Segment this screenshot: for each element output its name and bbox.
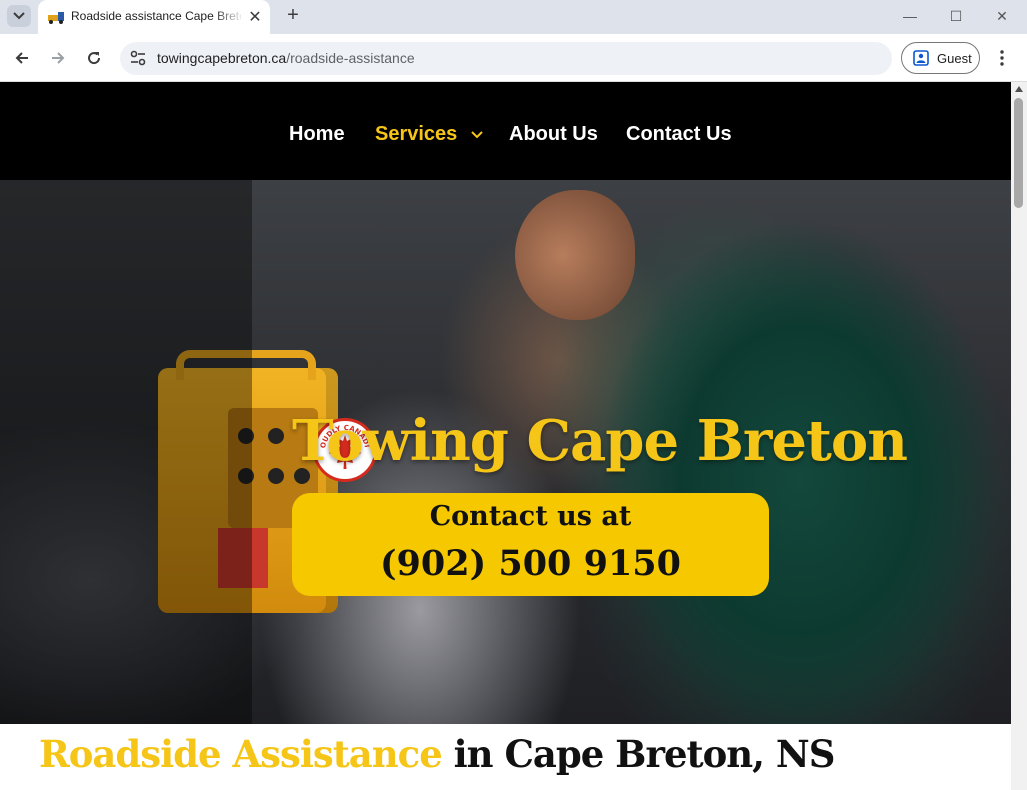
arrow-left-icon [15,52,28,64]
window-close-icon[interactable]: ✕ [991,6,1013,26]
url-path: /roadside-assistance [286,50,415,66]
scrollbar-thumb[interactable] [1014,98,1023,208]
url-text[interactable]: towingcapebreton.ca/roadside-assistance [157,50,415,66]
more-vert-icon [1000,50,1004,66]
nav-services[interactable]: Services [375,123,483,146]
chevron-down-icon [13,12,25,20]
section-heading-rest: in Cape Breton, NS [441,732,836,776]
chevron-down-icon [471,131,483,139]
tow-truck-favicon-icon [48,12,64,24]
nav-about-us[interactable]: About Us [509,123,598,146]
arrow-right-icon [52,52,65,64]
cta-line-1: Contact us at [429,501,632,532]
active-tab[interactable]: Roadside assistance Cape Breton ✕ [38,0,270,34]
profile-button[interactable]: Guest [901,42,980,74]
page-scrollbar[interactable] [1011,82,1027,790]
hero-title: Towing Cape Breton [292,408,908,474]
hero-banner: PROUDLY CANADIAN Towing Cape Breton Cont… [0,180,1011,724]
tab-search-button[interactable] [7,5,31,27]
nav-contact-us[interactable]: Contact Us [626,123,732,146]
browser-menu-button[interactable] [992,46,1012,70]
call-to-action-box[interactable]: Contact us at (902) 500 9150 [292,493,769,596]
scroll-up-arrow-icon[interactable] [1015,86,1023,92]
browser-toolbar: towingcapebreton.ca/roadside-assistance … [0,34,1027,82]
nav-services-label: Services [375,123,458,145]
nav-home[interactable]: Home [289,123,345,146]
close-tab-icon[interactable]: ✕ [245,7,265,27]
cta-phone-number[interactable]: (902) 500 9150 [292,543,769,584]
site-navigation: Home Services About Us Contact Us [0,82,1011,180]
profile-icon [913,50,929,66]
new-tab-button[interactable]: + [282,4,304,26]
reload-button[interactable] [82,46,106,70]
back-button[interactable] [10,46,34,70]
address-bar[interactable]: towingcapebreton.ca/roadside-assistance [120,42,892,75]
reload-icon [88,52,101,65]
browser-tab-strip: Roadside assistance Cape Breton ✕ + — ☐ … [0,0,1027,34]
profile-label: Guest [937,51,972,66]
minimize-icon[interactable]: — [899,6,921,26]
site-settings-icon[interactable] [129,49,147,67]
url-domain: towingcapebreton.ca [157,50,287,66]
section-heading: Roadside Assistance in Cape Breton, NS [39,732,836,776]
section-heading-highlight: Roadside Assistance [39,732,443,776]
page-viewport: Home Services About Us Contact Us OUDLY … [0,82,1011,790]
forward-button[interactable] [46,46,70,70]
maximize-icon[interactable]: ☐ [945,6,967,26]
